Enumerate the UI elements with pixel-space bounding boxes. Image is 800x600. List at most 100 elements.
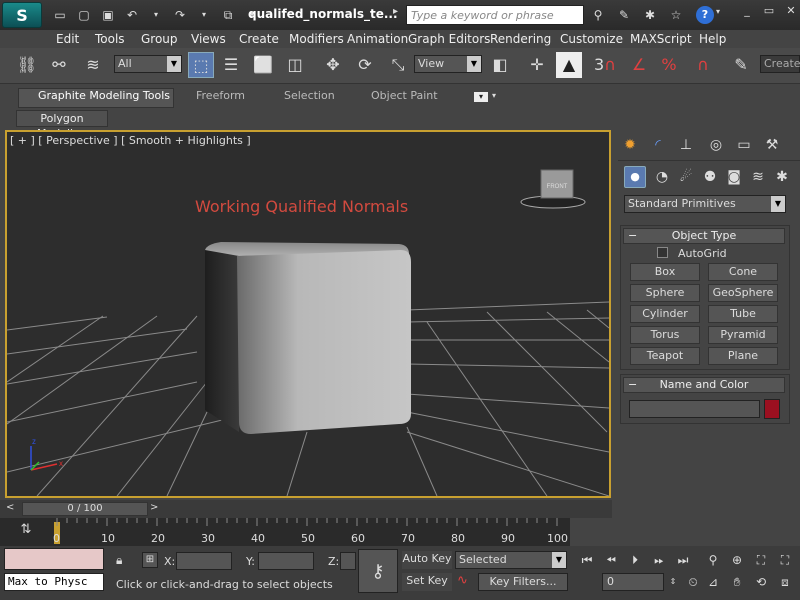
perspective-viewport[interactable]: FRONT z x [5,130,611,498]
reference-coordinate-dropdown[interactable]: View ▼ [414,55,482,73]
selection-filter-dropdown[interactable]: All ▼ [114,55,182,73]
modify-tab-icon[interactable]: ◜ [646,134,670,156]
maxscript-mini-listener[interactable]: Max to Physc [4,573,104,591]
absolute-mode-icon[interactable]: ⊞ [142,552,158,568]
tab-selection[interactable]: Selection [284,89,335,102]
go-to-end-icon[interactable]: ⏭︎ [674,551,692,569]
previous-key-icon[interactable]: ⏪︎ [602,551,620,569]
box-button[interactable]: Box [630,263,700,281]
undo-dropdown-icon[interactable]: ▾ [148,7,164,23]
create-selection-set-input[interactable]: Create [760,55,800,73]
play-icon[interactable]: ⏵︎ [626,551,644,569]
menu-customize[interactable]: Customize [560,32,623,46]
menu-maxscript[interactable]: MAXScript [630,32,692,46]
maxscript-listener-input[interactable] [4,548,104,570]
unlink-selection-icon[interactable]: ⚯ [46,52,72,78]
tab-freeform[interactable]: Freeform [196,89,245,102]
teapot-button[interactable]: Teapot [630,347,700,365]
edit-named-selection-icon[interactable]: ✎ [728,52,754,78]
window-crossing-icon[interactable]: ◫ [282,52,308,78]
communication-center-icon[interactable]: ✱ [642,7,658,23]
x-coordinate-input[interactable] [176,552,232,570]
menu-views[interactable]: Views [191,32,226,46]
redo-icon[interactable]: ↷ [172,7,188,23]
utilities-tab-icon[interactable]: ⚒ [760,134,784,156]
menu-group[interactable]: Group [141,32,178,46]
object-category-dropdown[interactable]: Standard Primitives ▼ [624,195,786,213]
shapes-category-icon[interactable]: ◔ [650,166,674,188]
select-and-move-icon[interactable]: ✥ [320,52,346,78]
menu-rendering[interactable]: Rendering [490,32,551,46]
select-and-scale-icon[interactable]: ⤡ [385,52,411,78]
menu-modifiers[interactable]: Modifiers [289,32,344,46]
time-slider-thumb[interactable]: 0 / 100 [22,502,148,516]
torus-button[interactable]: Torus [630,326,700,344]
binoculars-icon[interactable]: ⚲ [590,7,606,23]
close-icon[interactable]: ✕ [782,4,800,24]
object-color-swatch[interactable] [764,399,780,419]
key-mode-toggle-icon[interactable]: ⏲︎ [684,573,702,591]
bind-to-space-warp-icon[interactable]: ≋ [80,52,106,78]
project-folder-icon[interactable]: ⧉ [220,7,236,23]
help-icon[interactable]: ? [696,6,714,24]
cameras-category-icon[interactable]: ⚉ [698,166,722,188]
current-frame-input[interactable]: 0 [602,573,664,591]
frame-spinner-icon[interactable]: ⇕ [664,573,682,591]
selection-lock-icon[interactable]: 🔒︎ [116,553,122,568]
maximize-icon[interactable]: ▭ [760,4,778,24]
plane-button[interactable]: Plane [708,347,778,365]
menu-tools[interactable]: Tools [95,32,125,46]
cylinder-button[interactable]: Cylinder [630,305,700,323]
save-icon[interactable]: ▣ [100,7,116,23]
zoom-extents-icon[interactable]: ⛶ [752,551,770,569]
menu-animation[interactable]: Animation [347,32,408,46]
zoom-icon[interactable]: ⚲ [704,551,722,569]
set-key-button[interactable]: Set Key [402,573,452,591]
select-object-icon[interactable]: ⬚ [188,52,214,78]
sphere-button[interactable]: Sphere [630,284,700,302]
geometry-category-icon[interactable]: ● [624,166,646,188]
select-by-name-icon[interactable]: ☰ [218,52,244,78]
auto-key-button[interactable]: Auto Key [402,551,452,569]
go-to-start-icon[interactable]: ⏮︎ [578,551,596,569]
open-file-icon[interactable]: ▢ [76,7,92,23]
percent-snap-icon[interactable]: % [656,52,682,78]
minimize-icon[interactable]: _ [738,4,756,24]
rectangular-selection-icon[interactable]: ⬜ [250,52,276,78]
redo-dropdown-icon[interactable]: ▾ [196,7,212,23]
polygon-modeling-panel[interactable]: Polygon Modeling [16,110,108,140]
menu-create[interactable]: Create [239,32,279,46]
cone-button[interactable]: Cone [708,263,778,281]
next-key-icon[interactable]: ⏩︎ [650,551,668,569]
keyboard-shortcut-override-icon[interactable]: ▲ [556,52,582,78]
ribbon-minimize-icon[interactable]: ▾ [474,92,488,102]
tube-button[interactable]: Tube [708,305,778,323]
application-button[interactable]: S [2,2,42,28]
z-coordinate-input[interactable] [340,552,356,570]
display-tab-icon[interactable]: ▭ [732,134,756,156]
space-warps-category-icon[interactable]: ≋ [746,166,770,188]
zoom-extents-all-icon[interactable]: ⛶ [776,551,794,569]
select-and-rotate-icon[interactable]: ⟳ [352,52,378,78]
helpers-category-icon[interactable]: ◙ [722,166,746,188]
spinner-snap-icon[interactable]: ∩ [690,52,716,78]
autogrid-checkbox[interactable] [657,247,668,258]
help-dropdown-icon[interactable]: ▾ [716,7,720,16]
menu-graph-editors[interactable]: Graph Editors [408,32,490,46]
angle-snap-icon[interactable]: ∠ [626,52,652,78]
menu-help[interactable]: Help [699,32,726,46]
snaps-toggle-icon[interactable]: 3∩ [592,52,618,78]
lights-category-icon[interactable]: ☄ [674,166,698,188]
y-coordinate-input[interactable] [258,552,314,570]
tab-graphite-modeling-tools[interactable]: Graphite Modeling Tools [38,89,170,102]
key-mode-dropdown[interactable]: Selected ▼ [455,551,567,569]
viewport-label-menu[interactable]: [ + ] [ Perspective ] [ Smooth + Highlig… [10,134,251,147]
pan-view-icon[interactable]: ✋︎ [728,573,746,591]
previous-frame-icon[interactable]: < [6,502,14,513]
field-of-view-icon[interactable]: ⊿ [704,573,722,591]
object-type-rollout-header[interactable]: − Object Type [623,228,785,244]
tab-object-paint[interactable]: Object Paint [371,89,438,102]
hierarchy-tab-icon[interactable]: ⊥ [674,134,698,156]
geosphere-button[interactable]: GeoSphere [708,284,778,302]
subscription-icon[interactable]: ✎ [616,7,632,23]
